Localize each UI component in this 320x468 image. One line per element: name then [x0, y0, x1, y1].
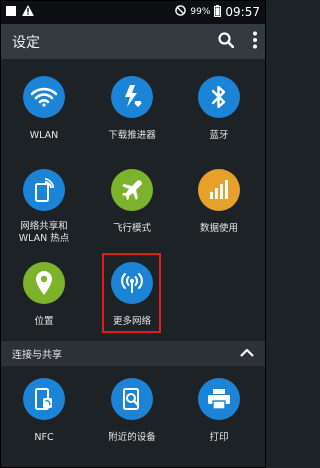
tile-bluetooth[interactable]: 蓝牙	[175, 76, 263, 142]
status-bar: 99% 09:57	[0, 0, 266, 24]
chevron-up-icon[interactable]	[240, 348, 254, 360]
tile-label: 蓝牙	[209, 130, 229, 141]
tile-label: 附近的设备	[108, 432, 156, 443]
tile-label: 飞行模式	[112, 223, 151, 234]
tile-print[interactable]: 打印	[175, 378, 263, 444]
battery-icon	[214, 4, 222, 20]
notification-icon	[6, 5, 16, 19]
tile-wlan[interactable]: WLAN	[0, 76, 88, 142]
wifi-icon	[23, 76, 65, 118]
tile-tethering[interactable]: 网络共享和 WLAN 热点	[0, 169, 88, 245]
tile-label: 下载推进器	[108, 130, 156, 141]
tile-airplane-mode[interactable]: 飞行模式	[88, 169, 176, 235]
tethering-icon	[23, 169, 65, 211]
tile-download-booster[interactable]: 下载推进器	[88, 76, 176, 142]
app-bar: 设定	[0, 24, 266, 59]
download-booster-icon	[111, 76, 153, 118]
nearby-devices-icon	[111, 378, 153, 420]
location-icon	[23, 262, 65, 304]
tile-data-usage[interactable]: 数据使用	[175, 169, 263, 235]
data-usage-icon	[198, 169, 240, 211]
tile-label: 网络共享和 WLAN 热点	[18, 221, 70, 244]
tile-label: 数据使用	[199, 223, 238, 234]
search-icon[interactable]	[218, 31, 235, 52]
tile-nearby-devices[interactable]: 附近的设备	[88, 378, 176, 444]
block-icon	[175, 5, 187, 19]
airplane-icon	[111, 169, 153, 211]
section-header[interactable]: 连接与共享	[0, 341, 266, 366]
section-title: 连接与共享	[12, 350, 62, 361]
warning-icon	[22, 5, 34, 19]
print-icon	[198, 378, 240, 420]
battery-percent: 99%	[190, 7, 211, 17]
page-title: 设定	[12, 34, 40, 51]
tile-label: 打印	[209, 432, 229, 443]
bluetooth-icon	[198, 76, 240, 118]
nfc-icon	[23, 378, 65, 420]
tile-label: 位置	[34, 316, 54, 327]
clock: 09:57	[225, 5, 260, 19]
tile-nfc[interactable]: NFC	[0, 378, 88, 444]
tile-label: WLAN	[29, 130, 59, 141]
tile-label: NFC	[34, 432, 54, 443]
overflow-menu-icon[interactable]	[252, 31, 258, 53]
tile-location[interactable]: 位置	[0, 262, 88, 328]
highlight-box	[102, 253, 161, 333]
